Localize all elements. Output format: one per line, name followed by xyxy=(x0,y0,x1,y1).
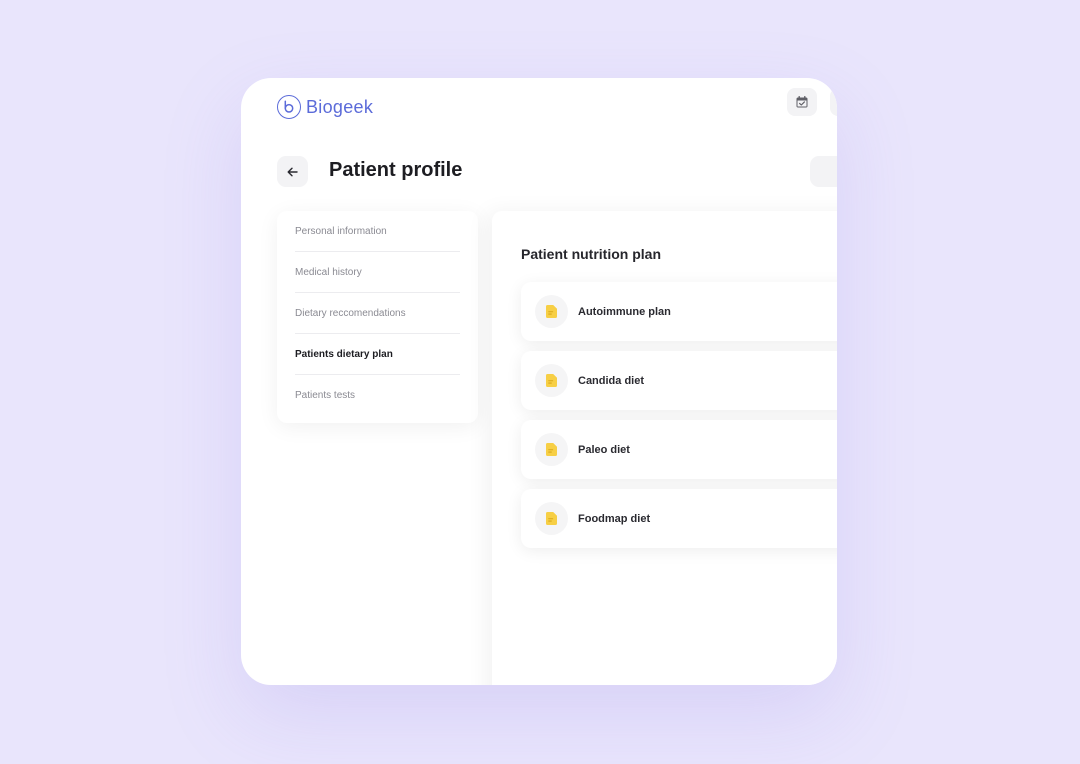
document-icon xyxy=(546,512,557,525)
plan-card-foodmap[interactable]: Foodmap diet xyxy=(521,489,837,548)
plan-card-candida[interactable]: Candida diet xyxy=(521,351,837,410)
plan-icon-container xyxy=(535,502,568,535)
plan-card-paleo[interactable]: Paleo diet xyxy=(521,420,837,479)
nutrition-plan-panel: Patient nutrition plan Autoimmune plan C… xyxy=(492,211,837,685)
sidebar-item-patients-dietary-plan[interactable]: Patients dietary plan xyxy=(295,334,460,375)
document-icon xyxy=(546,443,557,456)
back-button[interactable] xyxy=(277,156,308,187)
sidebar-item-patients-tests[interactable]: Patients tests xyxy=(295,375,460,416)
page-action-button[interactable] xyxy=(810,156,837,187)
sidebar-item-medical-history[interactable]: Medical history xyxy=(295,252,460,293)
plan-label: Candida diet xyxy=(578,374,645,387)
plan-icon-container xyxy=(535,295,568,328)
document-icon xyxy=(546,374,557,387)
sidebar-item-label: Patients tests xyxy=(295,390,356,401)
brand-logo[interactable]: Biogeek xyxy=(277,95,373,119)
document-icon xyxy=(546,305,557,318)
sidebar-item-dietary-recommendations[interactable]: Dietary reccomendations xyxy=(295,293,460,334)
sidebar-item-label: Dietary reccomendations xyxy=(295,307,406,319)
app-window: Biogeek Patient profile Personal informa… xyxy=(241,78,837,685)
page-title: Patient profile xyxy=(329,159,463,181)
plan-label: Foodmap diet xyxy=(578,512,651,525)
header-action-button[interactable] xyxy=(830,88,837,116)
calendar-icon xyxy=(796,96,808,108)
biogeek-logo-icon xyxy=(277,95,301,119)
calendar-button[interactable] xyxy=(787,88,817,116)
plan-icon-container xyxy=(535,364,568,397)
section-title: Patient nutrition plan xyxy=(521,246,661,262)
arrow-left-icon xyxy=(287,167,298,176)
sidebar-item-label: Patients dietary plan xyxy=(295,348,393,360)
plan-card-autoimmune[interactable]: Autoimmune plan xyxy=(521,282,837,341)
sidebar-item-label: Medical history xyxy=(295,266,362,278)
plan-label: Paleo diet xyxy=(578,443,630,456)
brand-name: Biogeek xyxy=(306,96,374,117)
plan-label: Autoimmune plan xyxy=(578,305,671,318)
sidebar-item-personal-information[interactable]: Personal information xyxy=(295,211,460,252)
plan-icon-container xyxy=(535,433,568,466)
profile-sidebar: Personal information Medical history Die… xyxy=(277,211,478,423)
sidebar-item-label: Personal information xyxy=(295,225,387,237)
